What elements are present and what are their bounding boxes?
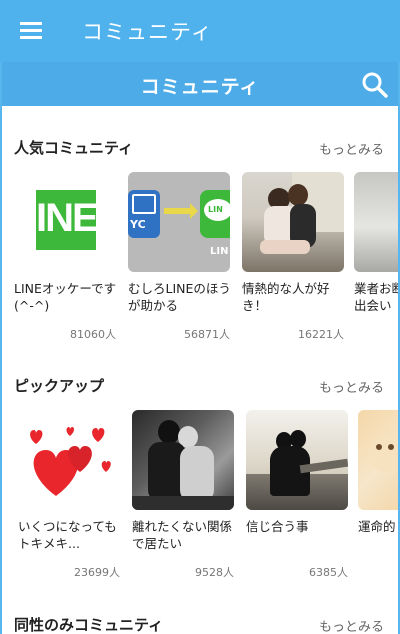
member-count: 9528人 (195, 566, 234, 579)
card-name: むしろLINEのほうが助かる (128, 281, 231, 313)
community-card[interactable]: YC LIN LIN むしろLINEのほうが助かる 56871人 (128, 172, 231, 342)
community-card[interactable]: 運命的 い... (358, 410, 398, 580)
menu-icon[interactable] (20, 22, 42, 40)
member-count: 81060人 (70, 328, 116, 341)
card-thumbnail: YC LIN LIN (128, 172, 230, 272)
card-name: 運命的 い... (358, 519, 398, 534)
line-label: LIN (208, 205, 223, 214)
card-name: いくつになってもトキメキ... (18, 519, 117, 551)
member-count: 23699人 (74, 566, 120, 579)
content-frame: コミュニティ 人気コミュニティ もっとみる INE LINEオッケーです(^-^… (2, 62, 398, 634)
card-name: 業者お断り 普通の出会い (354, 281, 398, 313)
card-thumbnail (246, 410, 348, 510)
hearts-icon (30, 427, 111, 496)
card-name: 離れたくない関係で居たい (132, 519, 233, 551)
page-title: コミュニティ (140, 76, 260, 98)
card-thumbnail (132, 410, 234, 510)
line-logo-text: INE (36, 196, 99, 240)
card-thumbnail (358, 410, 398, 510)
community-card[interactable]: 離れたくない関係で居たい 9528人 (132, 410, 234, 580)
section-title-same-sex: 同性のみコミュニティ (14, 616, 164, 634)
community-card[interactable]: INE LINEオッケーです(^-^) 81060人 (14, 172, 116, 342)
community-card[interactable]: 情熱的な人が好き！ 16221人 (242, 172, 344, 342)
member-count: 56871人 (184, 328, 230, 341)
more-link-same-sex[interactable]: もっとみる (319, 616, 384, 634)
card-thumbnail (242, 172, 344, 272)
community-card[interactable]: 業者お断り 普通の出会い (354, 172, 398, 342)
section-title-pickup: ピックアップ (14, 377, 105, 395)
more-link-pickup[interactable]: もっとみる (319, 377, 384, 396)
app-bar: コミュニティ (0, 0, 400, 62)
card-name: LINEオッケーです(^-^) (14, 281, 117, 313)
card-thumbnail (354, 172, 398, 272)
section-title-popular: 人気コミュニティ (14, 139, 134, 157)
community-card[interactable]: 信じ合う事 6385人 (246, 410, 348, 580)
yc-label: YC (130, 218, 146, 231)
member-count: 6385人 (309, 566, 348, 579)
line-caption: LIN (210, 246, 229, 257)
card-thumbnail: INE (14, 172, 116, 272)
search-icon[interactable] (361, 71, 389, 99)
member-count: 16221人 (298, 328, 344, 341)
more-link-popular[interactable]: もっとみる (319, 139, 384, 158)
app-title: コミュニティ (82, 20, 213, 44)
community-card[interactable]: いくつになってもトキメキ... 23699人 (18, 410, 120, 580)
card-name: 情熱的な人が好き！ (242, 281, 330, 313)
card-thumbnail (18, 410, 120, 510)
card-name: 信じ合う事 (246, 519, 309, 534)
page-header: コミュニティ (2, 62, 398, 106)
